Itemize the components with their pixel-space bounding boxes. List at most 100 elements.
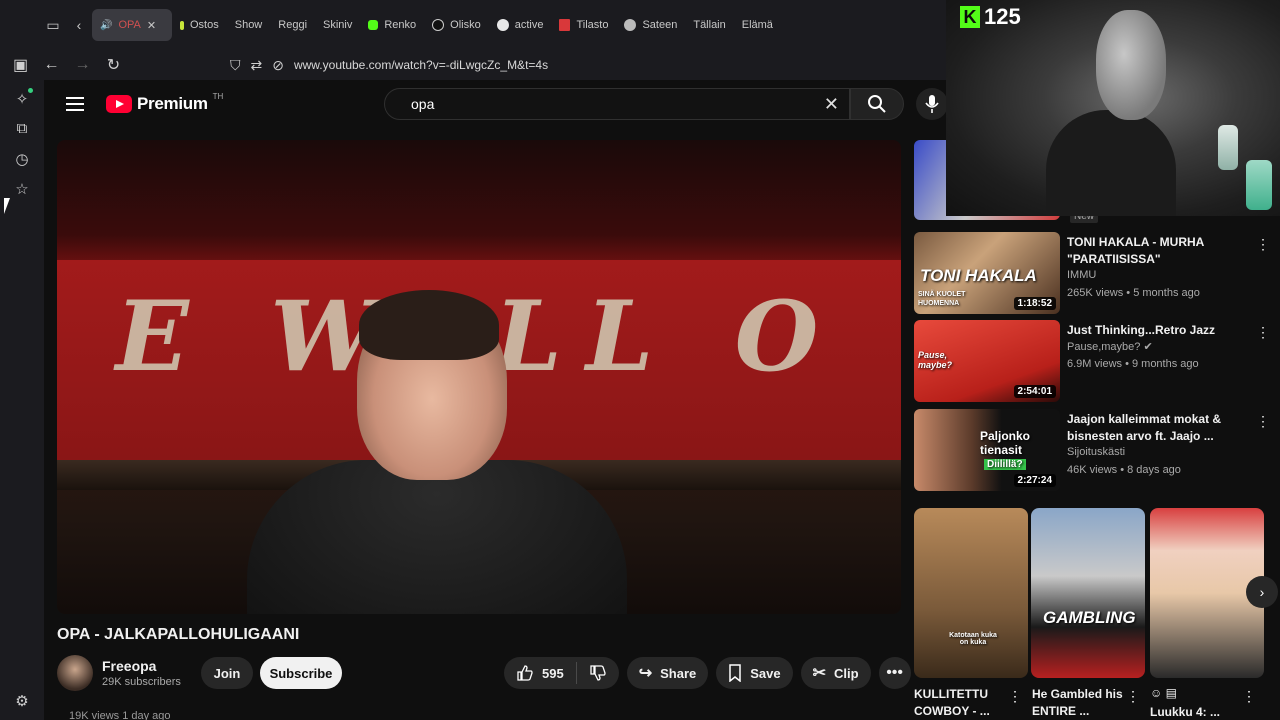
channel-avatar[interactable] <box>57 655 93 691</box>
short-title[interactable]: Luukku 4: ... <box>1150 704 1250 720</box>
viewer-count: 125 <box>984 4 1021 29</box>
recommendation-title[interactable]: Jaajon kalleimmat mokat & bisnesten arvo… <box>1067 411 1257 445</box>
short-thumbnail[interactable]: Katotaan kuka on kuka <box>914 508 1028 678</box>
reload-icon[interactable]: ↻ <box>98 55 129 75</box>
thumbnail-text: TONI HAKALA <box>920 266 1037 285</box>
share-button[interactable]: ↪ Share <box>626 657 709 689</box>
speaker-icon[interactable]: 🔊 <box>100 20 112 31</box>
sidebar-toggle-icon[interactable]: ▣ <box>5 55 36 75</box>
tab-label: Skiniv <box>323 19 353 31</box>
tab-active[interactable]: 🔊 OPA ✕ <box>44 9 1280 720</box>
tab-label: Renko <box>384 19 417 31</box>
more-actions-button[interactable]: ••• <box>878 657 911 689</box>
recommendation-channel[interactable]: Sijoituskästi <box>1067 446 1125 458</box>
search-value[interactable]: opa <box>411 96 434 112</box>
short-title[interactable]: KULLITETTU COWBOY - ... <box>914 686 1014 720</box>
tab-skiniv[interactable]: Skiniv <box>44 9 1280 720</box>
more-vertical-icon[interactable]: ⋮ <box>1008 688 1022 705</box>
logo-text: Premium <box>137 94 208 113</box>
kick-viewer-badge: K 125 <box>960 4 1021 30</box>
join-button[interactable]: Join <box>201 657 253 689</box>
thumbnail-subtext: SINÄ KUOLET HUOMENNA <box>918 291 966 307</box>
recommendation-meta: 6.9M views • 9 months ago <box>1067 358 1199 370</box>
tab-ostos[interactable]: Ostos <box>172 9 227 41</box>
search-icon <box>868 95 886 113</box>
bolt-favicon <box>180 20 184 30</box>
share-label: Share <box>660 665 697 681</box>
recommendation-thumbnail[interactable]: Pause, maybe? 2:54:01 <box>914 320 1060 402</box>
save-button[interactable]: Save <box>716 657 793 689</box>
video-person-hair <box>359 290 499 360</box>
menu-icon[interactable] <box>66 97 84 111</box>
tracking-off-icon[interactable]: ⊘ <box>272 57 284 74</box>
recommendation-item[interactable]: TONI HAKALA SINÄ KUOLET HUOMENNA 1:18:52… <box>914 232 1280 316</box>
shorts-next-button[interactable]: › <box>1246 576 1278 608</box>
more-vertical-icon[interactable]: ⋮ <box>1256 236 1270 253</box>
recommendation-thumbnail[interactable]: TONI HAKALA SINÄ KUOLET HUOMENNA 1:18:52 <box>914 232 1060 314</box>
site-settings-icon[interactable]: ⇄ <box>251 57 263 74</box>
short-thumbnail[interactable]: GAMBLING <box>1031 508 1145 678</box>
tab-close-icon[interactable]: ✕ <box>147 19 156 32</box>
favorites-star-icon[interactable]: ☆ <box>12 180 32 200</box>
more-vertical-icon[interactable]: ⋮ <box>1242 688 1256 705</box>
kick-favicon <box>368 20 379 30</box>
clip-label: Clip <box>834 665 859 681</box>
tab-olisko[interactable]: Olisko <box>424 9 489 41</box>
settings-gear-icon[interactable]: ⚙ <box>12 692 32 712</box>
shield-icon[interactable]: ⛉ <box>230 57 241 74</box>
tab-label: Tällain <box>693 19 726 31</box>
browser-nav-bar: ▣ ← → ↻ ⛉ ⇄ ⊘ www.youtube.com/watch?v=-d… <box>0 50 946 80</box>
recommendation-thumbnail[interactable]: Paljonko tienasit Diilillä? 2:27:24 <box>914 409 1060 491</box>
video-player[interactable]: E WALL O <box>57 140 901 614</box>
subscribe-button[interactable]: Subscribe <box>260 657 342 689</box>
tab-show[interactable]: Show <box>44 9 1280 720</box>
tab-active-search[interactable]: active <box>489 9 552 41</box>
video-person-body <box>247 460 627 614</box>
verified-icon: ✔ <box>1143 341 1153 353</box>
tab-tilasto[interactable]: Tilasto <box>551 9 616 41</box>
more-horizontal-icon: ••• <box>886 664 903 681</box>
thumbs-up-icon <box>517 665 533 681</box>
tab-elama[interactable]: Elämä <box>44 9 1280 720</box>
bookmark-icon <box>729 664 741 682</box>
recommendation-title[interactable]: TONI HAKALA - MURHA "PARATIISISSA" <box>1067 234 1257 268</box>
clip-button[interactable]: ✂ Clip <box>800 657 871 689</box>
more-vertical-icon[interactable]: ⋮ <box>1256 413 1270 430</box>
more-vertical-icon[interactable]: ⋮ <box>1256 324 1270 341</box>
back-icon[interactable]: ← <box>36 56 67 74</box>
search-input[interactable]: opa ✕ <box>384 88 850 120</box>
tab-reggi[interactable]: Reggi <box>44 9 1280 720</box>
tab-label: OPA <box>118 19 141 31</box>
recommendation-channel-row[interactable]: Pause,maybe? ✔ <box>1067 340 1153 353</box>
like-button[interactable]: 595 <box>504 664 576 682</box>
clear-search-icon[interactable]: ✕ <box>824 94 839 115</box>
mouse-cursor-icon <box>4 198 16 214</box>
recommendation-item[interactable]: Paljonko tienasit Diilillä? 2:27:24 Jaaj… <box>914 409 1280 493</box>
more-vertical-icon[interactable]: ⋮ <box>1126 688 1140 705</box>
tab-renko[interactable]: Renko <box>360 9 424 41</box>
collections-icon[interactable]: ⧉ <box>12 120 32 140</box>
short-title[interactable]: He Gambled his ENTIRE ... <box>1032 686 1132 720</box>
url-text[interactable]: www.youtube.com/watch?v=-diLwgcZc_M&t=4s <box>294 58 548 72</box>
recommendation-meta: 46K views • 8 days ago <box>1067 464 1181 476</box>
save-label: Save <box>750 665 781 681</box>
history-icon[interactable]: ◷ <box>12 150 32 170</box>
recommendation-item[interactable]: Pause, maybe? 2:54:01 Just Thinking...Re… <box>914 320 1280 404</box>
subscriber-count: 29K subscribers <box>102 676 181 688</box>
forward-icon[interactable]: → <box>67 56 98 74</box>
search-button[interactable] <box>850 88 904 120</box>
recommendation-channel[interactable]: IMMU <box>1067 269 1096 281</box>
tab-tallain[interactable]: Tällain <box>44 9 1280 720</box>
dislike-button[interactable] <box>577 664 619 682</box>
ai-sparkle-icon[interactable]: ✧ <box>12 90 32 110</box>
tab-sateen[interactable]: Sateen <box>616 9 685 41</box>
youtube-premium-logo[interactable]: Premium TH <box>106 92 223 114</box>
channel-name[interactable]: Freeopa <box>102 658 156 674</box>
address-bar[interactable]: ⛉ ⇄ ⊘ www.youtube.com/watch?v=-diLwgcZc_… <box>230 50 548 80</box>
tab-scroll-left-icon[interactable]: ‹ <box>66 12 92 38</box>
tab-overview-icon[interactable]: ▭ <box>40 12 66 38</box>
webcam-overlay: K 125 <box>946 0 1280 216</box>
tiktok-favicon <box>432 19 445 31</box>
recommendation-title[interactable]: Just Thinking...Retro Jazz <box>1067 322 1257 339</box>
thumbnail-text: Pause, maybe? <box>918 350 953 370</box>
